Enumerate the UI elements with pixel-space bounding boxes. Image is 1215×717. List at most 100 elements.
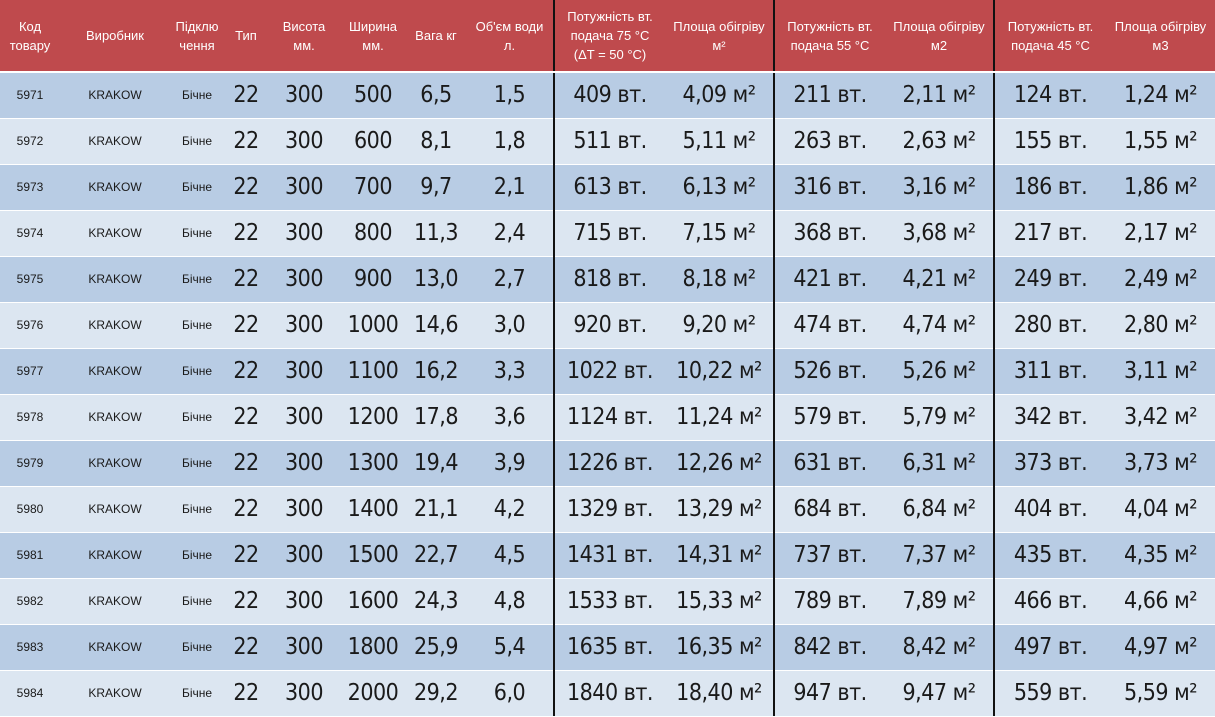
cell-product-code: 5975 xyxy=(0,255,60,302)
header-area-55: Площа обігріву м2 xyxy=(885,0,994,73)
cell-manufacturer: KRAKOW xyxy=(60,577,170,624)
header-row: Код товару Виробник Підклю чення Тип Висота … xyxy=(0,0,1215,73)
cell-connection: Бічне xyxy=(170,577,224,624)
cell-area-75: 6,13 м² xyxy=(665,163,774,210)
cell-power-75: 1226 вт. xyxy=(553,439,665,486)
cell-water-volume: 2,4 xyxy=(466,209,554,256)
cell-power-75: 1840 вт. xyxy=(553,669,665,716)
cell-area-55: 6,84 м² xyxy=(885,485,994,532)
cell-width: 1600 xyxy=(340,577,406,624)
header-area-45: Площа обігріву м3 xyxy=(1106,0,1215,73)
cell-width: 2000 xyxy=(340,669,406,716)
cell-power-45: 311 вт. xyxy=(993,347,1106,394)
cell-area-55: 3,16 м² xyxy=(885,163,994,210)
cell-height: 300 xyxy=(268,71,340,118)
cell-manufacturer: KRAKOW xyxy=(60,623,170,670)
cell-power-55: 947 вт. xyxy=(773,669,885,716)
cell-type: 22 xyxy=(224,623,268,670)
cell-connection: Бічне xyxy=(170,485,224,532)
cell-area-55: 4,21 м² xyxy=(885,255,994,302)
radiator-spec-table: Код товару Виробник Підклю чення Тип Висота … xyxy=(0,0,1215,716)
cell-water-volume: 1,5 xyxy=(466,71,554,118)
cell-power-45: 435 вт. xyxy=(993,531,1106,578)
cell-height: 300 xyxy=(268,301,340,348)
cell-power-45: 280 вт. xyxy=(993,301,1106,348)
cell-power-75: 613 вт. xyxy=(553,163,665,210)
cell-area-55: 2,63 м² xyxy=(885,117,994,164)
cell-width: 800 xyxy=(340,209,406,256)
cell-product-code: 5973 xyxy=(0,163,60,210)
cell-area-45: 2,80 м² xyxy=(1106,301,1215,348)
cell-power-75: 1635 вт. xyxy=(553,623,665,670)
cell-power-45: 404 вт. xyxy=(993,485,1106,532)
cell-power-55: 474 вт. xyxy=(773,301,885,348)
cell-height: 300 xyxy=(268,209,340,256)
header-power-75: Потужність вт. подача 75 °С (ΔT = 50 °С) xyxy=(553,0,665,73)
cell-area-45: 4,35 м² xyxy=(1106,531,1215,578)
cell-manufacturer: KRAKOW xyxy=(60,209,170,256)
cell-weight: 9,7 xyxy=(406,163,466,210)
cell-height: 300 xyxy=(268,439,340,486)
table-row: 5973 KRAKOW Бічне 22 300 700 9,7 2,1 613 вт. 6,13… xyxy=(0,163,1215,210)
cell-type: 22 xyxy=(224,117,268,164)
cell-area-75: 11,24 м² xyxy=(665,393,774,440)
cell-type: 22 xyxy=(224,255,268,302)
cell-power-55: 263 вт. xyxy=(773,117,885,164)
cell-power-75: 1431 вт. xyxy=(553,531,665,578)
cell-type: 22 xyxy=(224,669,268,716)
cell-width: 900 xyxy=(340,255,406,302)
table-row: 5976 KRAKOW Бічне 22 300 1000 14,6 3,0 920 вт. 9,… xyxy=(0,301,1215,348)
cell-power-55: 789 вт. xyxy=(773,577,885,624)
header-width: Ширина мм. xyxy=(340,0,406,73)
cell-water-volume: 3,3 xyxy=(466,347,554,394)
cell-type: 22 xyxy=(224,71,268,118)
cell-area-55: 3,68 м² xyxy=(885,209,994,256)
cell-weight: 6,5 xyxy=(406,71,466,118)
cell-product-code: 5977 xyxy=(0,347,60,394)
cell-manufacturer: KRAKOW xyxy=(60,255,170,302)
cell-area-75: 15,33 м² xyxy=(665,577,774,624)
cell-area-75: 7,15 м² xyxy=(665,209,774,256)
table-row: 5980 KRAKOW Бічне 22 300 1400 21,1 4,2 1329 вт. 1… xyxy=(0,485,1215,532)
cell-type: 22 xyxy=(224,393,268,440)
cell-width: 1300 xyxy=(340,439,406,486)
cell-power-55: 684 вт. xyxy=(773,485,885,532)
cell-area-45: 4,97 м² xyxy=(1106,623,1215,670)
cell-manufacturer: KRAKOW xyxy=(60,301,170,348)
cell-power-75: 920 вт. xyxy=(553,301,665,348)
cell-area-45: 1,86 м² xyxy=(1106,163,1215,210)
cell-height: 300 xyxy=(268,163,340,210)
cell-type: 22 xyxy=(224,531,268,578)
cell-water-volume: 3,9 xyxy=(466,439,554,486)
table-row: 5984 KRAKOW Бічне 22 300 2000 29,2 6,0 1840 вт. 1… xyxy=(0,669,1215,716)
table-row: 5982 KRAKOW Бічне 22 300 1600 24,3 4,8 1533 вт. 1… xyxy=(0,577,1215,624)
cell-area-75: 12,26 м² xyxy=(665,439,774,486)
cell-area-45: 1,24 м² xyxy=(1106,71,1215,118)
header-type: Тип xyxy=(224,0,268,73)
cell-power-45: 373 вт. xyxy=(993,439,1106,486)
cell-manufacturer: KRAKOW xyxy=(60,163,170,210)
cell-water-volume: 2,1 xyxy=(466,163,554,210)
cell-manufacturer: KRAKOW xyxy=(60,71,170,118)
cell-power-45: 155 вт. xyxy=(993,117,1106,164)
cell-area-45: 3,11 м² xyxy=(1106,347,1215,394)
cell-area-55: 5,26 м² xyxy=(885,347,994,394)
cell-area-45: 3,73 м² xyxy=(1106,439,1215,486)
cell-power-45: 217 вт. xyxy=(993,209,1106,256)
cell-power-75: 1022 вт. xyxy=(553,347,665,394)
cell-weight: 8,1 xyxy=(406,117,466,164)
cell-product-code: 5979 xyxy=(0,439,60,486)
cell-power-45: 466 вт. xyxy=(993,577,1106,624)
header-area-75: Площа обігріву м² xyxy=(665,0,774,73)
cell-water-volume: 4,5 xyxy=(466,531,554,578)
cell-connection: Бічне xyxy=(170,209,224,256)
cell-area-75: 8,18 м² xyxy=(665,255,774,302)
cell-power-55: 316 вт. xyxy=(773,163,885,210)
cell-manufacturer: KRAKOW xyxy=(60,347,170,394)
cell-connection: Бічне xyxy=(170,301,224,348)
cell-height: 300 xyxy=(268,577,340,624)
cell-area-55: 7,37 м² xyxy=(885,531,994,578)
cell-width: 1100 xyxy=(340,347,406,394)
cell-power-75: 1124 вт. xyxy=(553,393,665,440)
cell-width: 500 xyxy=(340,71,406,118)
